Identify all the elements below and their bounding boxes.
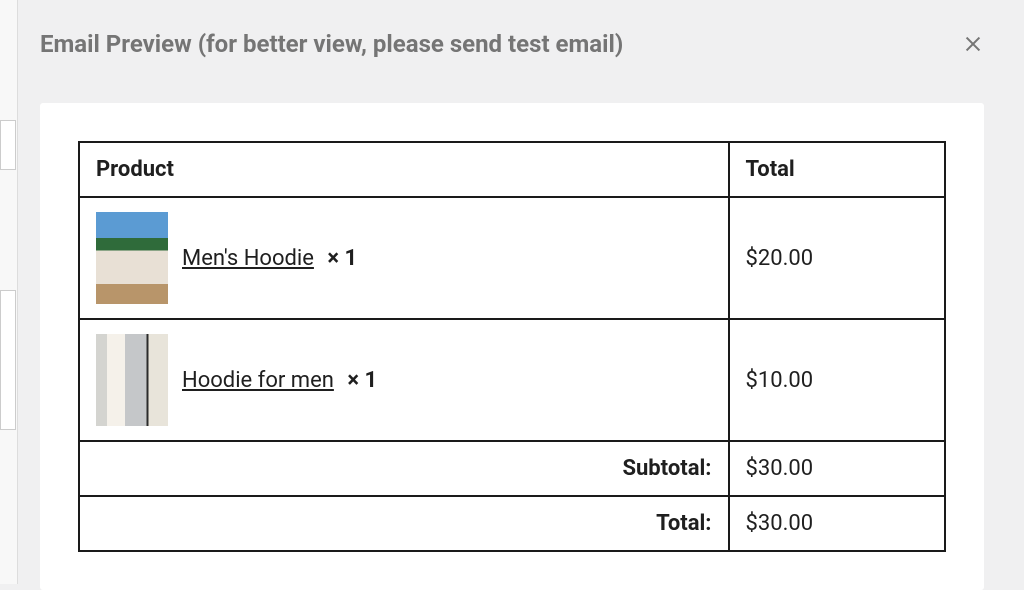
email-preview-card: Product Total Men's Hoodie × 1 $20.00 bbox=[40, 103, 984, 590]
product-qty: × 1 bbox=[327, 246, 357, 271]
modal-title: Email Preview (for better view, please s… bbox=[40, 30, 623, 58]
table-row: Hoodie for men × 1 $10.00 bbox=[79, 319, 945, 441]
product-link[interactable]: Men's Hoodie bbox=[182, 246, 314, 271]
bg-box bbox=[0, 290, 16, 430]
background-strip bbox=[0, 0, 18, 584]
summary-row-subtotal: Subtotal: $30.00 bbox=[79, 441, 945, 496]
bg-box bbox=[0, 120, 16, 170]
product-image bbox=[96, 334, 168, 426]
table-row: Men's Hoodie × 1 $20.00 bbox=[79, 197, 945, 319]
subtotal-value: $30.00 bbox=[729, 441, 946, 496]
subtotal-label: Subtotal: bbox=[79, 441, 729, 496]
order-table: Product Total Men's Hoodie × 1 $20.00 bbox=[78, 141, 946, 552]
total-label: Total: bbox=[79, 496, 729, 551]
product-image bbox=[96, 212, 168, 304]
summary-row-total: Total: $30.00 bbox=[79, 496, 945, 551]
column-header-product: Product bbox=[79, 142, 729, 197]
close-icon[interactable] bbox=[962, 33, 984, 55]
product-price: $20.00 bbox=[729, 197, 946, 319]
product-link[interactable]: Hoodie for men bbox=[182, 368, 334, 393]
product-price: $10.00 bbox=[729, 319, 946, 441]
modal-header: Email Preview (for better view, please s… bbox=[0, 0, 1024, 83]
total-value: $30.00 bbox=[729, 496, 946, 551]
column-header-total: Total bbox=[729, 142, 946, 197]
product-qty: × 1 bbox=[347, 368, 377, 393]
